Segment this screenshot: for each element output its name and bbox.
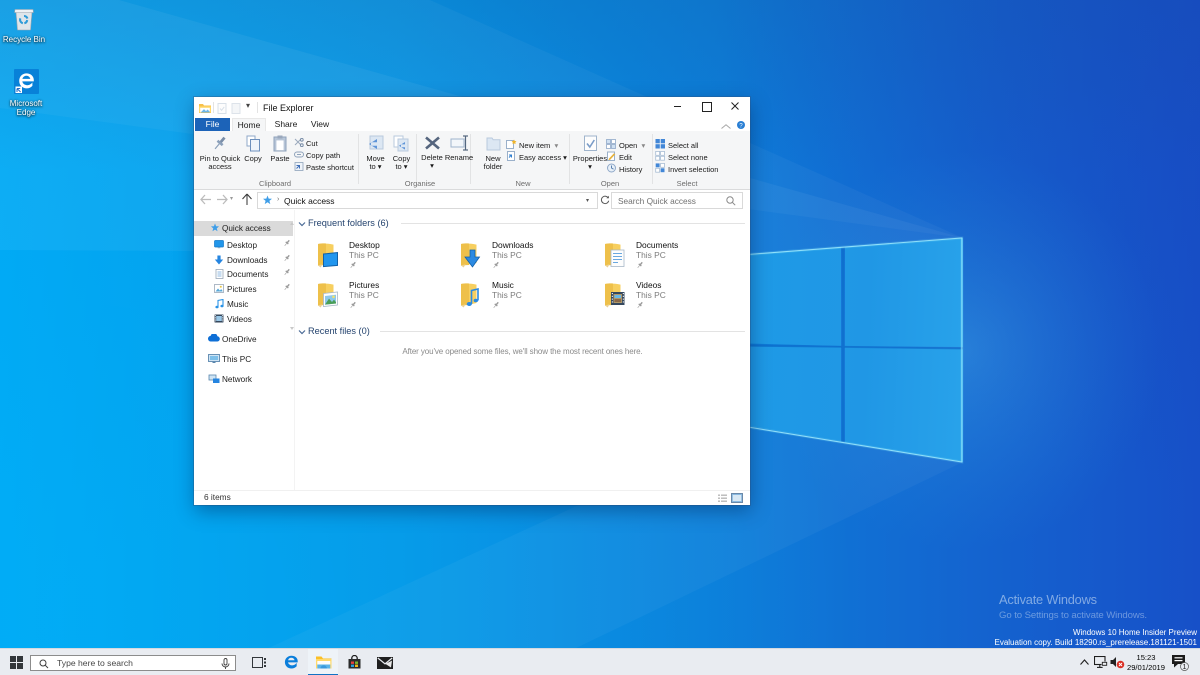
svg-text:1: 1: [1183, 664, 1187, 671]
svg-text:?: ?: [739, 122, 743, 129]
